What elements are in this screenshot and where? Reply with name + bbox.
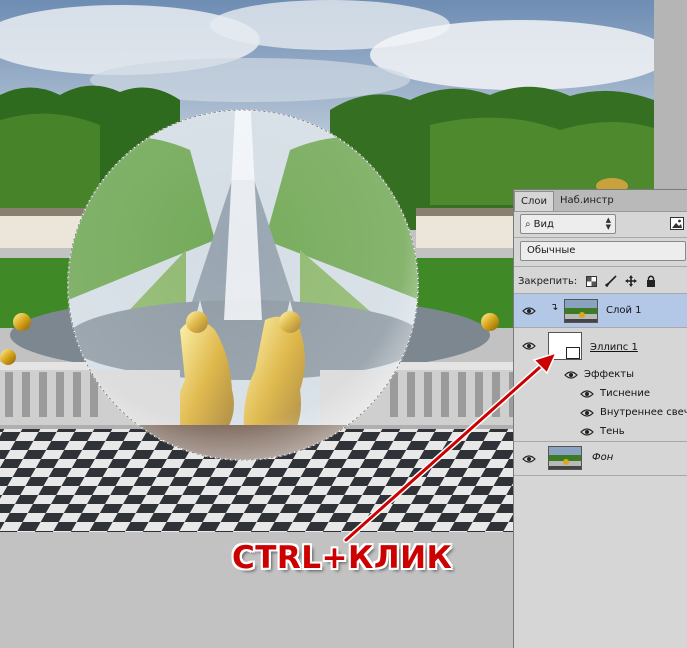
lock-row: Закрепить: [518, 273, 657, 289]
effect-row-bevel[interactable]: Тиснение [514, 385, 687, 404]
vector-mask-icon [566, 347, 580, 359]
layer-name[interactable]: Слой 1 [606, 305, 642, 316]
search-icon: ⌕ [525, 218, 531, 230]
tab-tool-presets[interactable]: Наб.инстр [554, 191, 620, 211]
eye-icon[interactable] [522, 341, 536, 351]
eye-icon[interactable] [522, 306, 536, 316]
effect-row-inner-glow[interactable]: Внутреннее свечение [514, 404, 687, 423]
layer-row-ellipse1[interactable]: Эллипс 1 [514, 329, 687, 367]
layer-thumbnail [548, 446, 582, 470]
effect-name: Тиснение [600, 388, 650, 399]
blend-mode-select[interactable]: Обычные [520, 241, 686, 261]
lock-label: Закрепить: [518, 275, 578, 287]
filter-label: Вид [533, 218, 554, 230]
lock-transparent-pixels-icon[interactable] [585, 275, 597, 287]
layers-panel: Слои Наб.инстр ⌕ Вид ▲ ▼ Обычные Закрепит… [513, 189, 687, 648]
clipping-arrow-icon: ↴ [550, 302, 559, 313]
divider [514, 237, 687, 238]
effect-name: Тень [600, 426, 625, 437]
layer-row-background[interactable]: Фон [514, 442, 687, 476]
layer-name[interactable]: Фон [592, 452, 613, 463]
effects-group-row[interactable]: Эффекты [514, 366, 687, 385]
chevron-up-down-icon: ▲ ▼ [605, 216, 611, 231]
eye-icon[interactable] [522, 454, 536, 464]
divider [514, 266, 687, 267]
panel-tab-bar: Слои Наб.инстр [514, 190, 687, 212]
tab-layers[interactable]: Слои [514, 191, 554, 211]
annotation-label: CTRL+КЛИК [232, 540, 453, 576]
lock-all-icon[interactable] [645, 275, 657, 287]
eye-icon[interactable] [580, 389, 594, 399]
eye-icon[interactable] [580, 427, 594, 437]
effect-row-shadow[interactable]: Тень [514, 423, 687, 442]
lock-position-icon[interactable] [625, 275, 638, 287]
layer-name[interactable]: Эллипс 1 [590, 342, 638, 353]
effect-name: Внутреннее свечение [600, 407, 687, 418]
layer-filter-select[interactable]: ⌕ Вид ▲ ▼ [520, 214, 616, 234]
layer-row-layer1[interactable]: ↴ Слой 1 [514, 294, 687, 328]
eye-icon[interactable] [580, 408, 594, 418]
effects-label: Эффекты [584, 369, 634, 380]
layer-filter-row: ⌕ Вид ▲ ▼ [518, 214, 686, 236]
canvas-background [654, 0, 687, 190]
layer-thumbnail [564, 299, 598, 323]
eye-icon[interactable] [564, 370, 578, 380]
lock-image-pixels-icon[interactable] [605, 275, 617, 287]
image-filter-icon[interactable] [670, 217, 684, 230]
